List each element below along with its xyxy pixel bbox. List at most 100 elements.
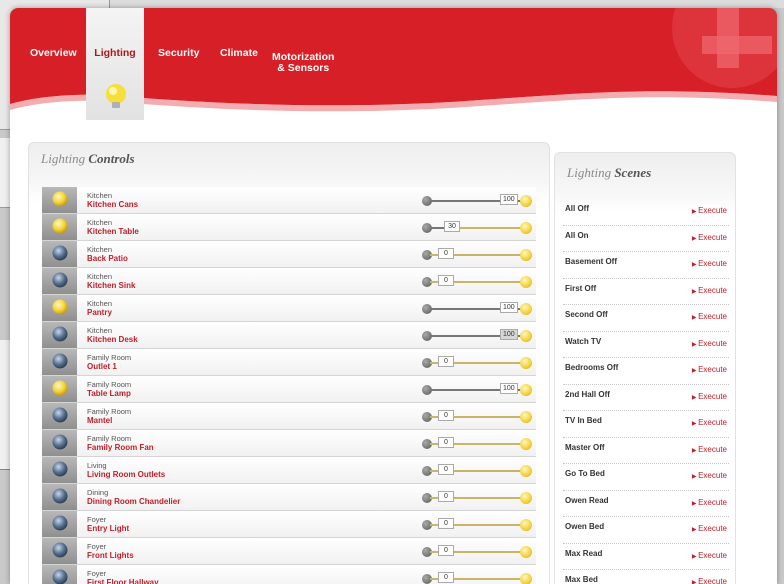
execute-scene-button[interactable]: Execute (692, 418, 727, 427)
scene-row: First Off Execute (563, 279, 729, 305)
brand-logo-icon (672, 8, 777, 88)
execute-scene-button[interactable]: Execute (692, 577, 727, 584)
tab-overview[interactable]: Overview (30, 48, 77, 59)
row-room-label: Dining (87, 488, 109, 497)
slider-on-knob[interactable] (520, 222, 532, 234)
light-toggle-button[interactable] (42, 214, 77, 240)
tab-motorization-sensors[interactable]: Motorization & Sensors (272, 52, 334, 74)
dimmer-slider[interactable]: 100 (422, 193, 532, 209)
slider-on-knob[interactable] (520, 492, 532, 504)
lighting-control-row: Kitchen Pantry 100 (42, 295, 536, 322)
dimmer-slider[interactable]: 100 (422, 301, 532, 317)
dimmer-slider[interactable]: 0 (422, 463, 532, 479)
light-toggle-button[interactable] (42, 322, 77, 348)
execute-scene-button[interactable]: Execute (692, 365, 727, 374)
execute-scene-button[interactable]: Execute (692, 259, 727, 268)
row-room-label: Kitchen (87, 272, 113, 281)
light-toggle-button[interactable] (42, 484, 77, 510)
light-toggle-button[interactable] (42, 187, 77, 213)
row-room-label: Family Room (87, 434, 132, 443)
scene-name: Owen Read (565, 495, 609, 505)
slider-on-knob[interactable] (520, 357, 532, 369)
dimmer-slider[interactable]: 0 (422, 409, 532, 425)
light-toggle-button[interactable] (42, 565, 77, 584)
tab-climate[interactable]: Climate (220, 48, 258, 59)
light-off-icon (52, 461, 68, 477)
slider-value-label: 0 (438, 437, 454, 448)
slider-on-knob[interactable] (520, 546, 532, 558)
slider-on-knob[interactable] (520, 519, 532, 531)
slider-value-label: 100 (500, 302, 518, 313)
light-toggle-button[interactable] (42, 241, 77, 267)
light-toggle-button[interactable] (42, 403, 77, 429)
scene-name: All On (565, 230, 589, 240)
light-off-icon (52, 542, 68, 558)
light-toggle-button[interactable] (42, 511, 77, 537)
tab-lighting-label: Lighting (94, 47, 136, 59)
light-toggle-button[interactable] (42, 430, 77, 456)
light-off-icon (52, 245, 68, 261)
row-light-name: Living Room Outlets (87, 470, 166, 479)
slider-on-knob[interactable] (520, 276, 532, 288)
light-toggle-button[interactable] (42, 538, 77, 564)
light-on-icon (52, 380, 68, 396)
execute-scene-button[interactable]: Execute (692, 206, 727, 215)
scene-row: Bedrooms Off Execute (563, 358, 729, 385)
slider-on-knob[interactable] (520, 573, 532, 584)
execute-scene-button[interactable]: Execute (692, 471, 727, 480)
execute-scene-button[interactable]: Execute (692, 312, 727, 321)
light-toggle-button[interactable] (42, 457, 77, 483)
slider-value-label: 0 (438, 572, 454, 583)
row-room-label: Living (87, 461, 107, 470)
execute-scene-button[interactable]: Execute (692, 392, 727, 401)
slider-value-label: 0 (438, 410, 454, 421)
execute-scene-button[interactable]: Execute (692, 524, 727, 533)
scene-name: First Off (565, 283, 597, 293)
light-toggle-button[interactable] (42, 349, 77, 375)
execute-scene-button[interactable]: Execute (692, 551, 727, 560)
slider-on-knob[interactable] (520, 195, 532, 207)
dimmer-slider[interactable]: 0 (422, 544, 532, 560)
dimmer-slider[interactable]: 0 (422, 274, 532, 290)
row-room-label: Kitchen (87, 245, 113, 254)
scene-row: All Off Execute (563, 199, 729, 226)
dimmer-slider[interactable]: 0 (422, 517, 532, 533)
light-off-icon (52, 353, 68, 369)
slider-value-label: 0 (438, 545, 454, 556)
light-toggle-button[interactable] (42, 295, 77, 321)
slider-on-knob[interactable] (520, 384, 532, 396)
execute-scene-button[interactable]: Execute (692, 286, 727, 295)
execute-scene-button[interactable]: Execute (692, 233, 727, 242)
dimmer-slider[interactable]: 100 (422, 382, 532, 398)
light-off-icon (52, 488, 68, 504)
dimmer-slider[interactable]: 0 (422, 571, 532, 584)
execute-scene-button[interactable]: Execute (692, 445, 727, 454)
scene-row: Second Off Execute (563, 305, 729, 332)
slider-value-label: 0 (438, 356, 454, 367)
slider-on-knob[interactable] (520, 438, 532, 450)
scene-row: All On Execute (563, 226, 729, 252)
dimmer-slider[interactable]: 0 (422, 436, 532, 452)
slider-on-knob[interactable] (520, 465, 532, 477)
execute-scene-button[interactable]: Execute (692, 339, 727, 348)
slider-value-label: 100 (500, 329, 518, 340)
lighting-control-row: Foyer Entry Light 0 (42, 511, 536, 538)
dimmer-slider[interactable]: 0 (422, 490, 532, 506)
dimmer-slider[interactable]: 30 (422, 220, 532, 236)
slider-on-knob[interactable] (520, 249, 532, 261)
scene-row: Max Bed Execute (563, 570, 729, 584)
execute-scene-button[interactable]: Execute (692, 498, 727, 507)
slider-on-knob[interactable] (520, 330, 532, 342)
slider-on-knob[interactable] (520, 411, 532, 423)
row-light-name: Kitchen Table (87, 227, 139, 236)
slider-on-knob[interactable] (520, 303, 532, 315)
lighting-control-row: Kitchen Kitchen Table 30 (42, 214, 536, 241)
light-toggle-button[interactable] (42, 376, 77, 402)
light-toggle-button[interactable] (42, 268, 77, 294)
lighting-controls-title: Lighting Controls (29, 143, 549, 177)
tab-security[interactable]: Security (158, 48, 199, 59)
dimmer-slider[interactable]: 100 (422, 328, 532, 344)
tab-lighting[interactable]: Lighting (86, 8, 144, 120)
dimmer-slider[interactable]: 0 (422, 355, 532, 371)
dimmer-slider[interactable]: 0 (422, 247, 532, 263)
